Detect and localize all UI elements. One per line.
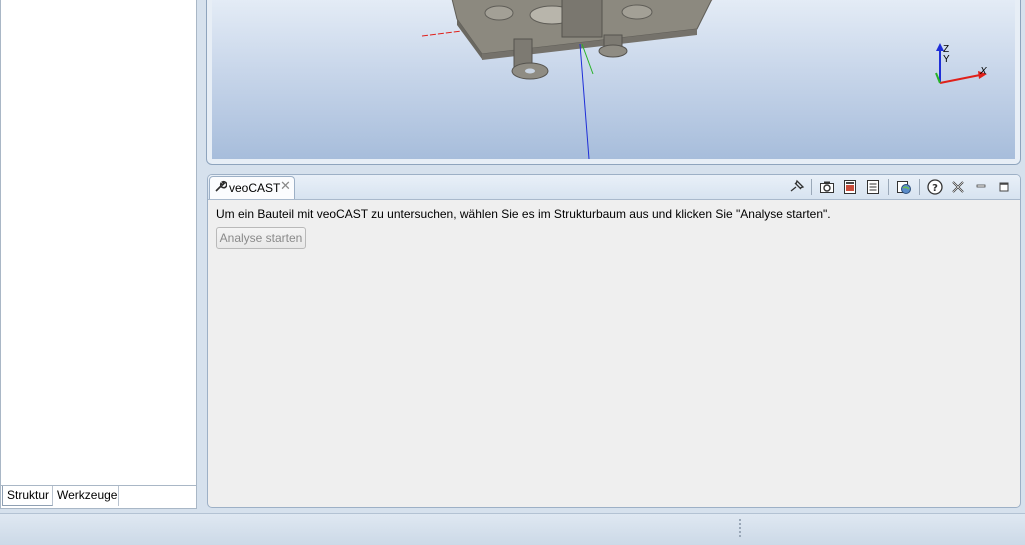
part-boss <box>621 4 653 20</box>
part-foot-base <box>598 44 628 58</box>
camera-icon[interactable] <box>818 177 836 196</box>
part-foot-hole <box>525 68 535 74</box>
toolbar-separator <box>919 179 920 195</box>
toolbar-separator <box>888 179 889 195</box>
tab-close-icon[interactable]: ✕ <box>280 179 291 194</box>
structure-panel: Struktur Werkzeuge <box>0 0 197 509</box>
export-image-icon[interactable] <box>841 177 859 196</box>
status-bar <box>0 513 1025 545</box>
scene-y-axis-line <box>581 43 594 75</box>
minimize-icon[interactable] <box>972 177 990 196</box>
globe-icon[interactable] <box>895 177 913 196</box>
veocast-panel: veoCAST ✕ ? Um ein Bauteil mit veoCAST z… <box>207 174 1021 508</box>
status-bar-grip[interactable] <box>739 519 741 537</box>
close-all-icon[interactable] <box>949 177 967 196</box>
axis-label-x: X <box>979 66 987 77</box>
analyse-starten-button[interactable]: Analyse starten <box>216 227 306 249</box>
help-icon[interactable]: ? <box>926 177 944 196</box>
svg-text:?: ? <box>932 183 938 194</box>
tab-struktur[interactable]: Struktur <box>2 486 53 506</box>
part-block <box>561 0 603 38</box>
viewport-frame: Z Y X <box>206 0 1021 165</box>
axis-label-y: Y <box>943 54 950 65</box>
tab-veocast[interactable]: veoCAST ✕ <box>209 176 295 199</box>
part-boss <box>484 5 514 21</box>
toolbar-separator <box>811 179 812 195</box>
pin-icon[interactable] <box>788 177 806 196</box>
tab-title: veoCAST <box>229 181 281 195</box>
left-panel-tabs: Struktur Werkzeuge <box>1 485 196 508</box>
3d-scene: Z Y X <box>421 0 987 159</box>
orientation-triad: Z Y X <box>935 43 987 84</box>
veocast-header: veoCAST ✕ ? <box>208 175 1020 200</box>
scene-z-axis-line <box>579 43 590 159</box>
instruction-text: Um ein Bauteil mit veoCAST zu untersuche… <box>216 207 831 221</box>
report-icon[interactable] <box>864 177 882 196</box>
wrench-icon <box>214 180 228 196</box>
tab-werkzeuge[interactable]: Werkzeuge <box>53 486 119 506</box>
3d-viewport[interactable]: Z Y X <box>212 0 1015 159</box>
maximize-icon[interactable] <box>995 177 1013 196</box>
